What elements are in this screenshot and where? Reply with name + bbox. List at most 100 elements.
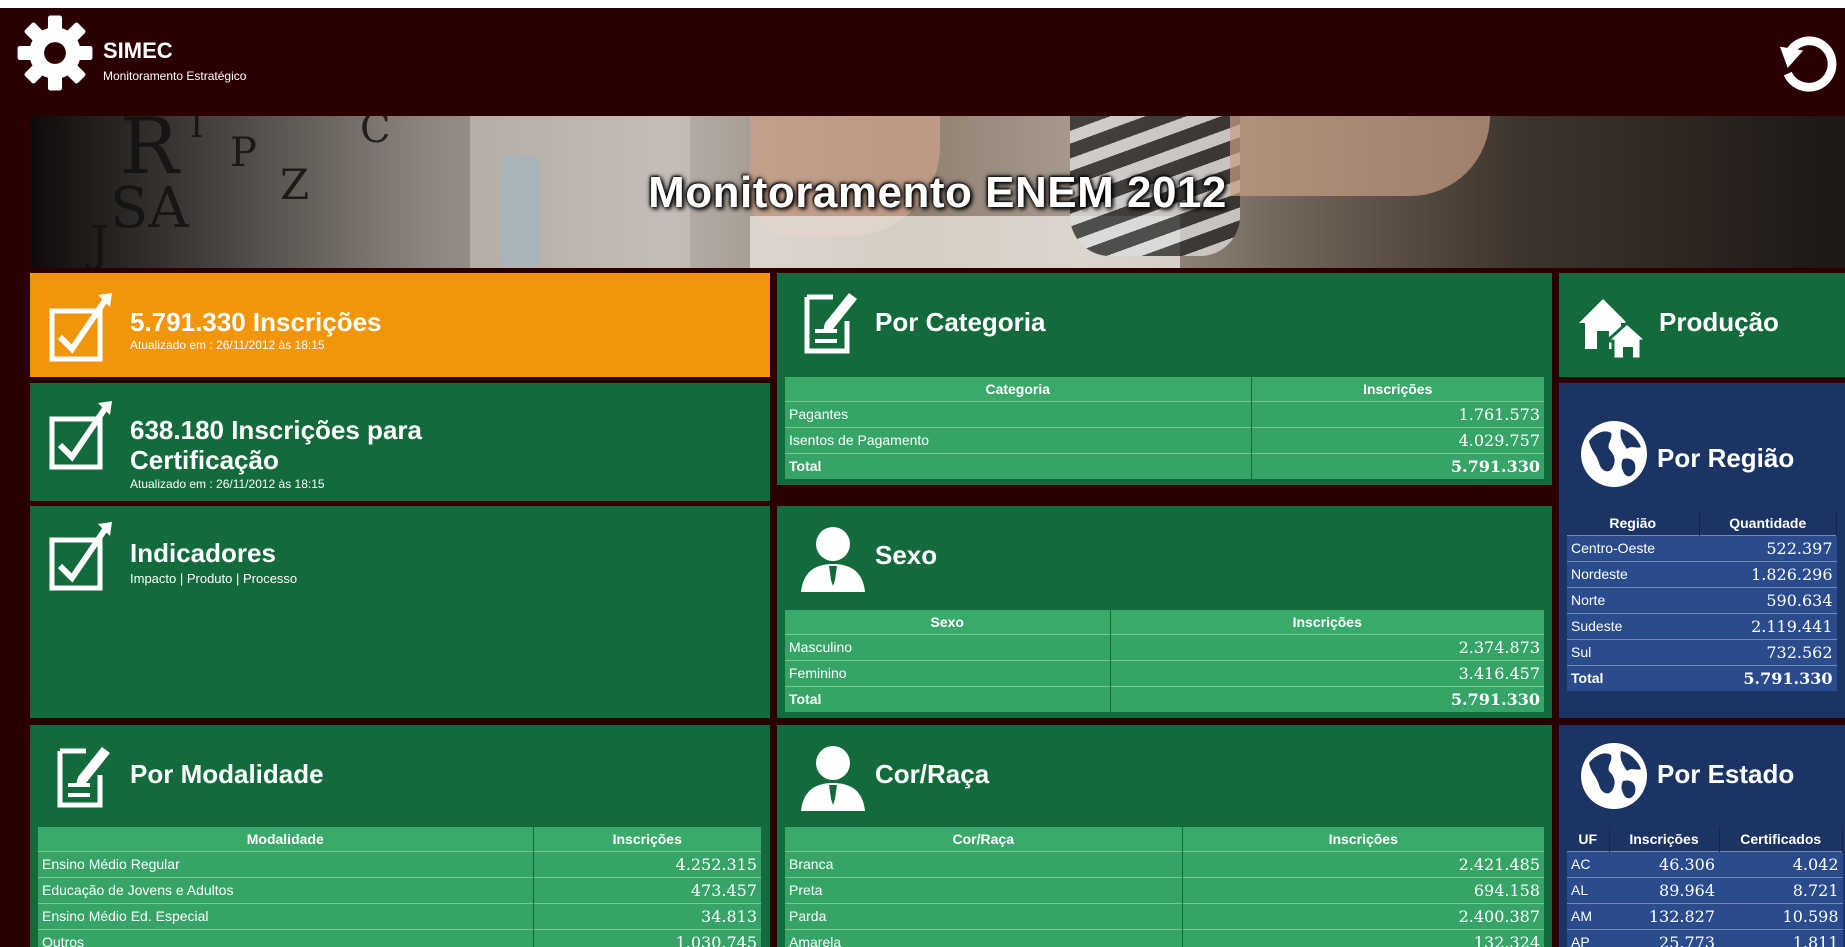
- document-edit-icon: [804, 293, 857, 354]
- cell-label: Centro-Oeste: [1567, 534, 1699, 561]
- table-total-row: Total 5.791.330: [785, 685, 1545, 712]
- cell-value: 1.030.745: [533, 928, 762, 947]
- table-row: Nordeste 1.826.296: [1567, 560, 1837, 587]
- producao-panel[interactable]: Produção: [1559, 273, 1845, 377]
- cell-value: 132.827: [1609, 902, 1719, 929]
- table-row: AP 25.773 1.811: [1567, 928, 1843, 947]
- certificacao-title-line2: Certificação: [130, 445, 279, 475]
- table-row: Feminino 3.416.457: [785, 659, 1545, 686]
- refresh-icon[interactable]: [1778, 33, 1840, 95]
- column-header: Inscrições: [1110, 610, 1545, 634]
- cell-label: Sudeste: [1567, 612, 1699, 639]
- table-total-row: Total 5.791.330: [1567, 664, 1837, 691]
- cell-label: Educação de Jovens e Adultos: [38, 876, 534, 903]
- cell-label: Ensino Médio Regular: [38, 850, 534, 877]
- person-icon: [801, 746, 865, 811]
- cell-value: 5.791.330: [1699, 664, 1837, 691]
- cell-value: 522.397: [1699, 534, 1837, 561]
- column-header: UF: [1567, 827, 1610, 851]
- column-header: Certificados: [1719, 827, 1843, 851]
- banner-decor: I: [190, 116, 204, 146]
- indicadores-links[interactable]: Impacto | Produto | Processo: [130, 571, 297, 586]
- cor-raca-title: Cor/Raça: [875, 759, 990, 789]
- app-title: SIMEC: [103, 38, 173, 63]
- modalidade-title: Por Modalidade: [130, 759, 324, 789]
- cell-label: AL: [1567, 876, 1609, 903]
- cell-value: 89.964: [1609, 876, 1719, 903]
- cell-label: Feminino: [785, 659, 1111, 686]
- checkmark-chart-icon: [49, 522, 112, 591]
- table-row: Sul 732.562: [1567, 638, 1837, 665]
- cell-value: 25.773: [1609, 928, 1719, 947]
- cell-value: 694.158: [1182, 876, 1545, 903]
- cell-value: 732.562: [1699, 638, 1837, 665]
- cell-value: 5.791.330: [1110, 685, 1545, 712]
- regiao-table: Região Quantidade Centro-Oeste 522.397 No…: [1567, 511, 1837, 691]
- cell-label: Amarela: [785, 928, 1183, 947]
- inscricoes-title: 5.791.330 Inscrições: [130, 307, 382, 337]
- modalidade-panel: Por Modalidade Modalidade Inscrições Ens…: [30, 725, 770, 947]
- estado-title: Por Estado: [1657, 759, 1795, 789]
- categoria-table: Categoria Inscrições Pagantes 1.761.573 I…: [785, 377, 1545, 479]
- column-header: Inscrições: [1609, 827, 1720, 851]
- banner-decor: J: [90, 216, 110, 268]
- houses-icon: [1579, 299, 1649, 361]
- table-row: Preta 694.158: [785, 876, 1545, 903]
- table-row: Isentos de Pagamento 4.029.757: [785, 426, 1545, 453]
- cell-value: 4.042: [1719, 850, 1843, 877]
- table-row: AL 89.964 8.721: [1567, 876, 1843, 903]
- cell-label: AP: [1567, 928, 1609, 947]
- categoria-title: Por Categoria: [875, 307, 1046, 337]
- cell-label: Pagantes: [785, 400, 1252, 427]
- producao-title: Produção: [1659, 307, 1779, 337]
- cell-value: 3.416.457: [1110, 659, 1545, 686]
- column-header: Inscrições: [1182, 827, 1545, 851]
- column-header: Inscrições: [533, 827, 762, 851]
- table-row: Norte 590.634: [1567, 586, 1837, 613]
- cor-raca-panel: Cor/Raça Cor/Raça Inscrições Branca 2.421…: [777, 725, 1552, 947]
- table-row: Masculino 2.374.873: [785, 633, 1545, 660]
- cell-label: Isentos de Pagamento: [785, 426, 1252, 453]
- sexo-panel: Sexo Sexo Inscrições Masculino 2.374.873 …: [777, 506, 1552, 718]
- categoria-panel: Por Categoria Categoria Inscrições Pagan…: [777, 273, 1552, 485]
- table-row: Centro-Oeste 522.397: [1567, 534, 1837, 561]
- certificacao-updated: Atualizado em : 26/11/2012 às 18:15: [130, 477, 325, 491]
- table-row: Branca 2.421.485: [785, 850, 1545, 877]
- cell-value: 1.761.573: [1251, 400, 1545, 427]
- person-icon: [801, 527, 865, 592]
- table-row: Outros 1.030.745: [38, 928, 762, 947]
- cell-label: AM: [1567, 902, 1609, 929]
- column-header: Sexo: [785, 610, 1111, 634]
- sexo-title: Sexo: [875, 540, 938, 570]
- table-row: Parda 2.400.387: [785, 902, 1545, 929]
- cell-value: 2.119.441: [1699, 612, 1837, 639]
- regiao-panel: Por Região Região Quantidade Centro-Oest…: [1559, 383, 1845, 718]
- gear-icon: [17, 15, 93, 91]
- sexo-table: Sexo Inscrições Masculino 2.374.873 Femin…: [785, 610, 1545, 712]
- globe-icon: [1581, 743, 1647, 809]
- cor-raca-table: Cor/Raça Inscrições Branca 2.421.485 Pret…: [785, 827, 1545, 947]
- cell-label: Branca: [785, 850, 1183, 877]
- table-row: Educação de Jovens e Adultos 473.457: [38, 876, 762, 903]
- document-edit-icon: [57, 747, 110, 808]
- cell-value: 5.791.330: [1251, 452, 1545, 479]
- column-header: Região: [1567, 511, 1700, 535]
- estado-table: UF Inscrições Certificados AC 46.306 4.042…: [1567, 827, 1843, 947]
- inscricoes-panel[interactable]: 5.791.330 Inscrições Atualizado em : 26/…: [30, 273, 770, 377]
- column-header: Modalidade: [38, 827, 534, 851]
- certificacao-title-line1: 638.180 Inscrições para: [130, 415, 422, 445]
- indicadores-panel[interactable]: Indicadores Impacto | Produto | Processo: [30, 506, 770, 718]
- checkmark-chart-icon: [49, 401, 112, 470]
- certificacao-panel[interactable]: 638.180 Inscrições para Certificação Atu…: [30, 383, 770, 501]
- table-row: Sudeste 2.119.441: [1567, 612, 1837, 639]
- cell-value: 4.252.315: [533, 850, 762, 877]
- cell-value: 8.721: [1719, 876, 1843, 903]
- cell-label: Sul: [1567, 638, 1699, 665]
- banner-decor: C: [360, 116, 391, 152]
- cell-label: Total: [785, 685, 1111, 712]
- table-row: Ensino Médio Ed. Especial 34.813: [38, 902, 762, 929]
- cell-value: 10.598: [1719, 902, 1843, 929]
- column-header: Quantidade: [1699, 511, 1837, 535]
- column-header: Categoria: [785, 377, 1252, 401]
- cell-label: Masculino: [785, 633, 1111, 660]
